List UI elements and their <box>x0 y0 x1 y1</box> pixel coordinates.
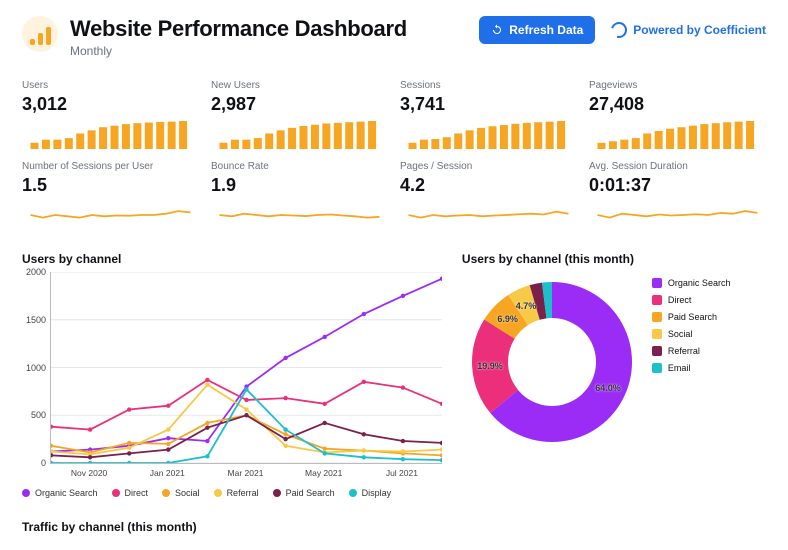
kpi-label: Pages / Session <box>400 161 577 172</box>
x-axis-tick: Nov 2020 <box>71 468 107 478</box>
kpi-label: New Users <box>211 80 388 91</box>
kpi-value: 0:01:37 <box>589 175 766 196</box>
kpi-spark-bars <box>22 119 199 149</box>
kpi-value: 27,408 <box>589 94 766 115</box>
legend-item: Organic Search <box>652 278 731 288</box>
page-subtitle: Monthly <box>70 44 407 58</box>
kpi-value: 3,741 <box>400 94 577 115</box>
page-title: Website Performance Dashboard <box>70 16 407 42</box>
legend-item: Direct <box>112 488 149 498</box>
donut-chart-title: Users by channel (this month) <box>462 252 766 266</box>
header: Website Performance Dashboard Monthly Re… <box>22 16 766 58</box>
kpi-spark-line <box>22 200 199 230</box>
legend-item: Referral <box>214 488 259 498</box>
legend-item: Social <box>162 488 200 498</box>
kpi-value: 1.9 <box>211 175 388 196</box>
kpi-label: Number of Sessions per User <box>22 161 199 172</box>
refresh-data-button[interactable]: Refresh Data <box>479 16 595 44</box>
kpi-label: Bounce Rate <box>211 161 388 172</box>
kpi-label: Users <box>22 80 199 91</box>
kpi-spark-bars <box>211 119 388 149</box>
legend-item: Referral <box>652 346 731 356</box>
kpi-card: Sessions 3,741 <box>400 80 577 149</box>
x-axis-tick: Jul 2021 <box>386 468 418 478</box>
x-axis-tick: May 2021 <box>305 468 342 478</box>
kpi-card: Pages / Session 4.2 <box>400 161 577 230</box>
donut-slice-label: 4.7% <box>516 301 537 311</box>
kpi-spark-line <box>589 200 766 230</box>
traffic-by-channel-title: Traffic by channel (this month) <box>22 520 766 534</box>
kpi-value: 3,012 <box>22 94 199 115</box>
donut-slice-label: 6.9% <box>497 314 518 324</box>
kpi-card: Pageviews 27,408 <box>589 80 766 149</box>
legend-item: Social <box>652 329 731 339</box>
kpi-grid: Users 3,012 New Users 2,987 Sessions 3,741 Pag… <box>22 80 766 230</box>
donut-slice-label: 19.9% <box>477 361 503 371</box>
users-by-channel-donut-chart: 64.0% 19.9% 6.9% 4.7% <box>462 272 642 457</box>
legend-item: Paid Search <box>652 312 731 322</box>
kpi-label: Avg. Session Duration <box>589 161 766 172</box>
kpi-spark-bars <box>589 119 766 149</box>
kpi-value: 1.5 <box>22 175 199 196</box>
line-chart-legend: Organic Search Direct Social Referral Paid S… <box>22 488 442 498</box>
kpi-spark-bars <box>400 119 577 149</box>
legend-item: Paid Search <box>273 488 335 498</box>
kpi-card: Bounce Rate 1.9 <box>211 161 388 230</box>
kpi-spark-line <box>400 200 577 230</box>
users-by-channel-line-chart: 0500100015002000 Nov 2020Jan 2021Mar 202… <box>22 272 442 482</box>
kpi-label: Sessions <box>400 80 577 91</box>
kpi-card: Users 3,012 <box>22 80 199 149</box>
kpi-card: Avg. Session Duration 0:01:37 <box>589 161 766 230</box>
line-chart-title: Users by channel <box>22 252 442 266</box>
legend-item: Direct <box>652 295 731 305</box>
kpi-value: 2,987 <box>211 94 388 115</box>
refresh-icon <box>491 24 503 36</box>
y-axis-tick: 500 <box>31 410 46 420</box>
kpi-card: New Users 2,987 <box>211 80 388 149</box>
coefficient-logo-icon <box>608 19 630 41</box>
legend-item: Email <box>652 363 731 373</box>
y-axis-tick: 2000 <box>26 267 46 277</box>
x-axis-tick: Mar 2021 <box>228 468 264 478</box>
donut-chart-legend: Organic Search Direct Paid Search Social Ref… <box>652 278 731 373</box>
kpi-value: 4.2 <box>400 175 577 196</box>
kpi-label: Pageviews <box>589 80 766 91</box>
kpi-spark-line <box>211 200 388 230</box>
legend-item: Organic Search <box>22 488 98 498</box>
donut-slice-label: 64.0% <box>595 383 621 393</box>
x-axis-tick: Jan 2021 <box>150 468 185 478</box>
y-axis-tick: 1000 <box>26 363 46 373</box>
y-axis-tick: 1500 <box>26 315 46 325</box>
legend-item: Display <box>349 488 392 498</box>
y-axis-tick: 0 <box>41 458 46 468</box>
analytics-logo-icon <box>22 16 58 52</box>
kpi-card: Number of Sessions per User 1.5 <box>22 161 199 230</box>
powered-by-link[interactable]: Powered by Coefficient <box>611 22 766 38</box>
